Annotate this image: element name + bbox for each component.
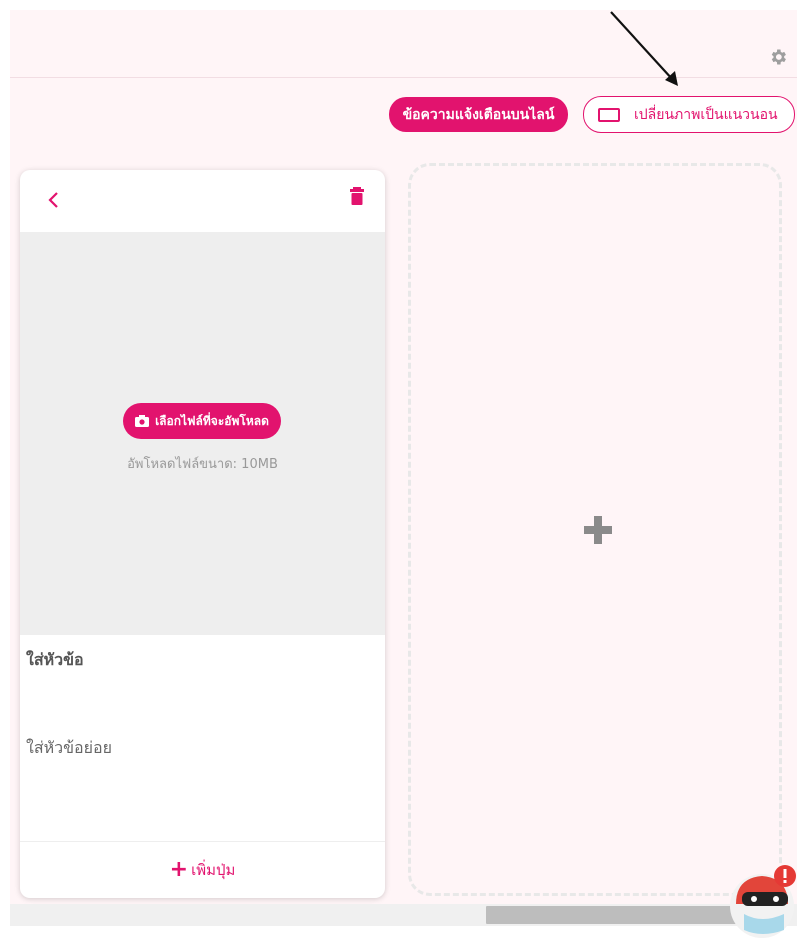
rotate-landscape-button[interactable]: เปลี่ยนภาพเป็นแนวนอน [583,96,795,133]
bottom-strip [10,926,797,938]
upload-file-label: เลือกไฟล์ที่จะอัพโหลด [155,413,269,428]
message-card: เลือกไฟล์ที่จะอัพโหลด อัพโหลดไฟล์ขนาด: 1… [20,170,385,898]
plus-small-icon: + [169,857,189,882]
chatbot-mascot-icon[interactable] [722,864,797,938]
add-card-slot[interactable] [408,163,782,896]
chevron-left-icon[interactable] [46,190,62,210]
landscape-rectangle-icon [598,107,620,122]
rotate-landscape-label: เปลี่ยนภาพเป็นแนวนอน [634,106,778,123]
title-input[interactable]: ใส่หัวข้อ [26,648,84,673]
line-notify-button[interactable]: ข้อความแจ้งเตือนบนไลน์ [389,97,568,132]
card-header [20,170,385,232]
gear-icon[interactable] [768,47,788,67]
image-upload-area[interactable]: เลือกไฟล์ที่จะอัพโหลด อัพโหลดไฟล์ขนาด: 1… [20,232,385,635]
scrollbar-thumb[interactable] [486,906,746,924]
upload-file-button[interactable]: เลือกไฟล์ที่จะอัพโหลด [123,403,281,439]
subtitle-input[interactable]: ใส่หัวข้อย่อย [26,736,112,761]
plus-icon [584,516,612,544]
add-button-label: เพิ่มปุ่ม [191,861,236,879]
annotation-arrow-icon [610,11,678,86]
camera-icon [135,415,150,427]
upload-size-hint: อัพโหลดไฟล์ขนาด: 10MB [127,457,278,472]
add-button-button[interactable]: + เพิ่มปุ่ม [20,841,385,898]
horizontal-scrollbar[interactable] [10,904,797,926]
line-notify-label: ข้อความแจ้งเตือนบนไลน์ [402,106,555,123]
trash-icon[interactable] [349,187,365,205]
